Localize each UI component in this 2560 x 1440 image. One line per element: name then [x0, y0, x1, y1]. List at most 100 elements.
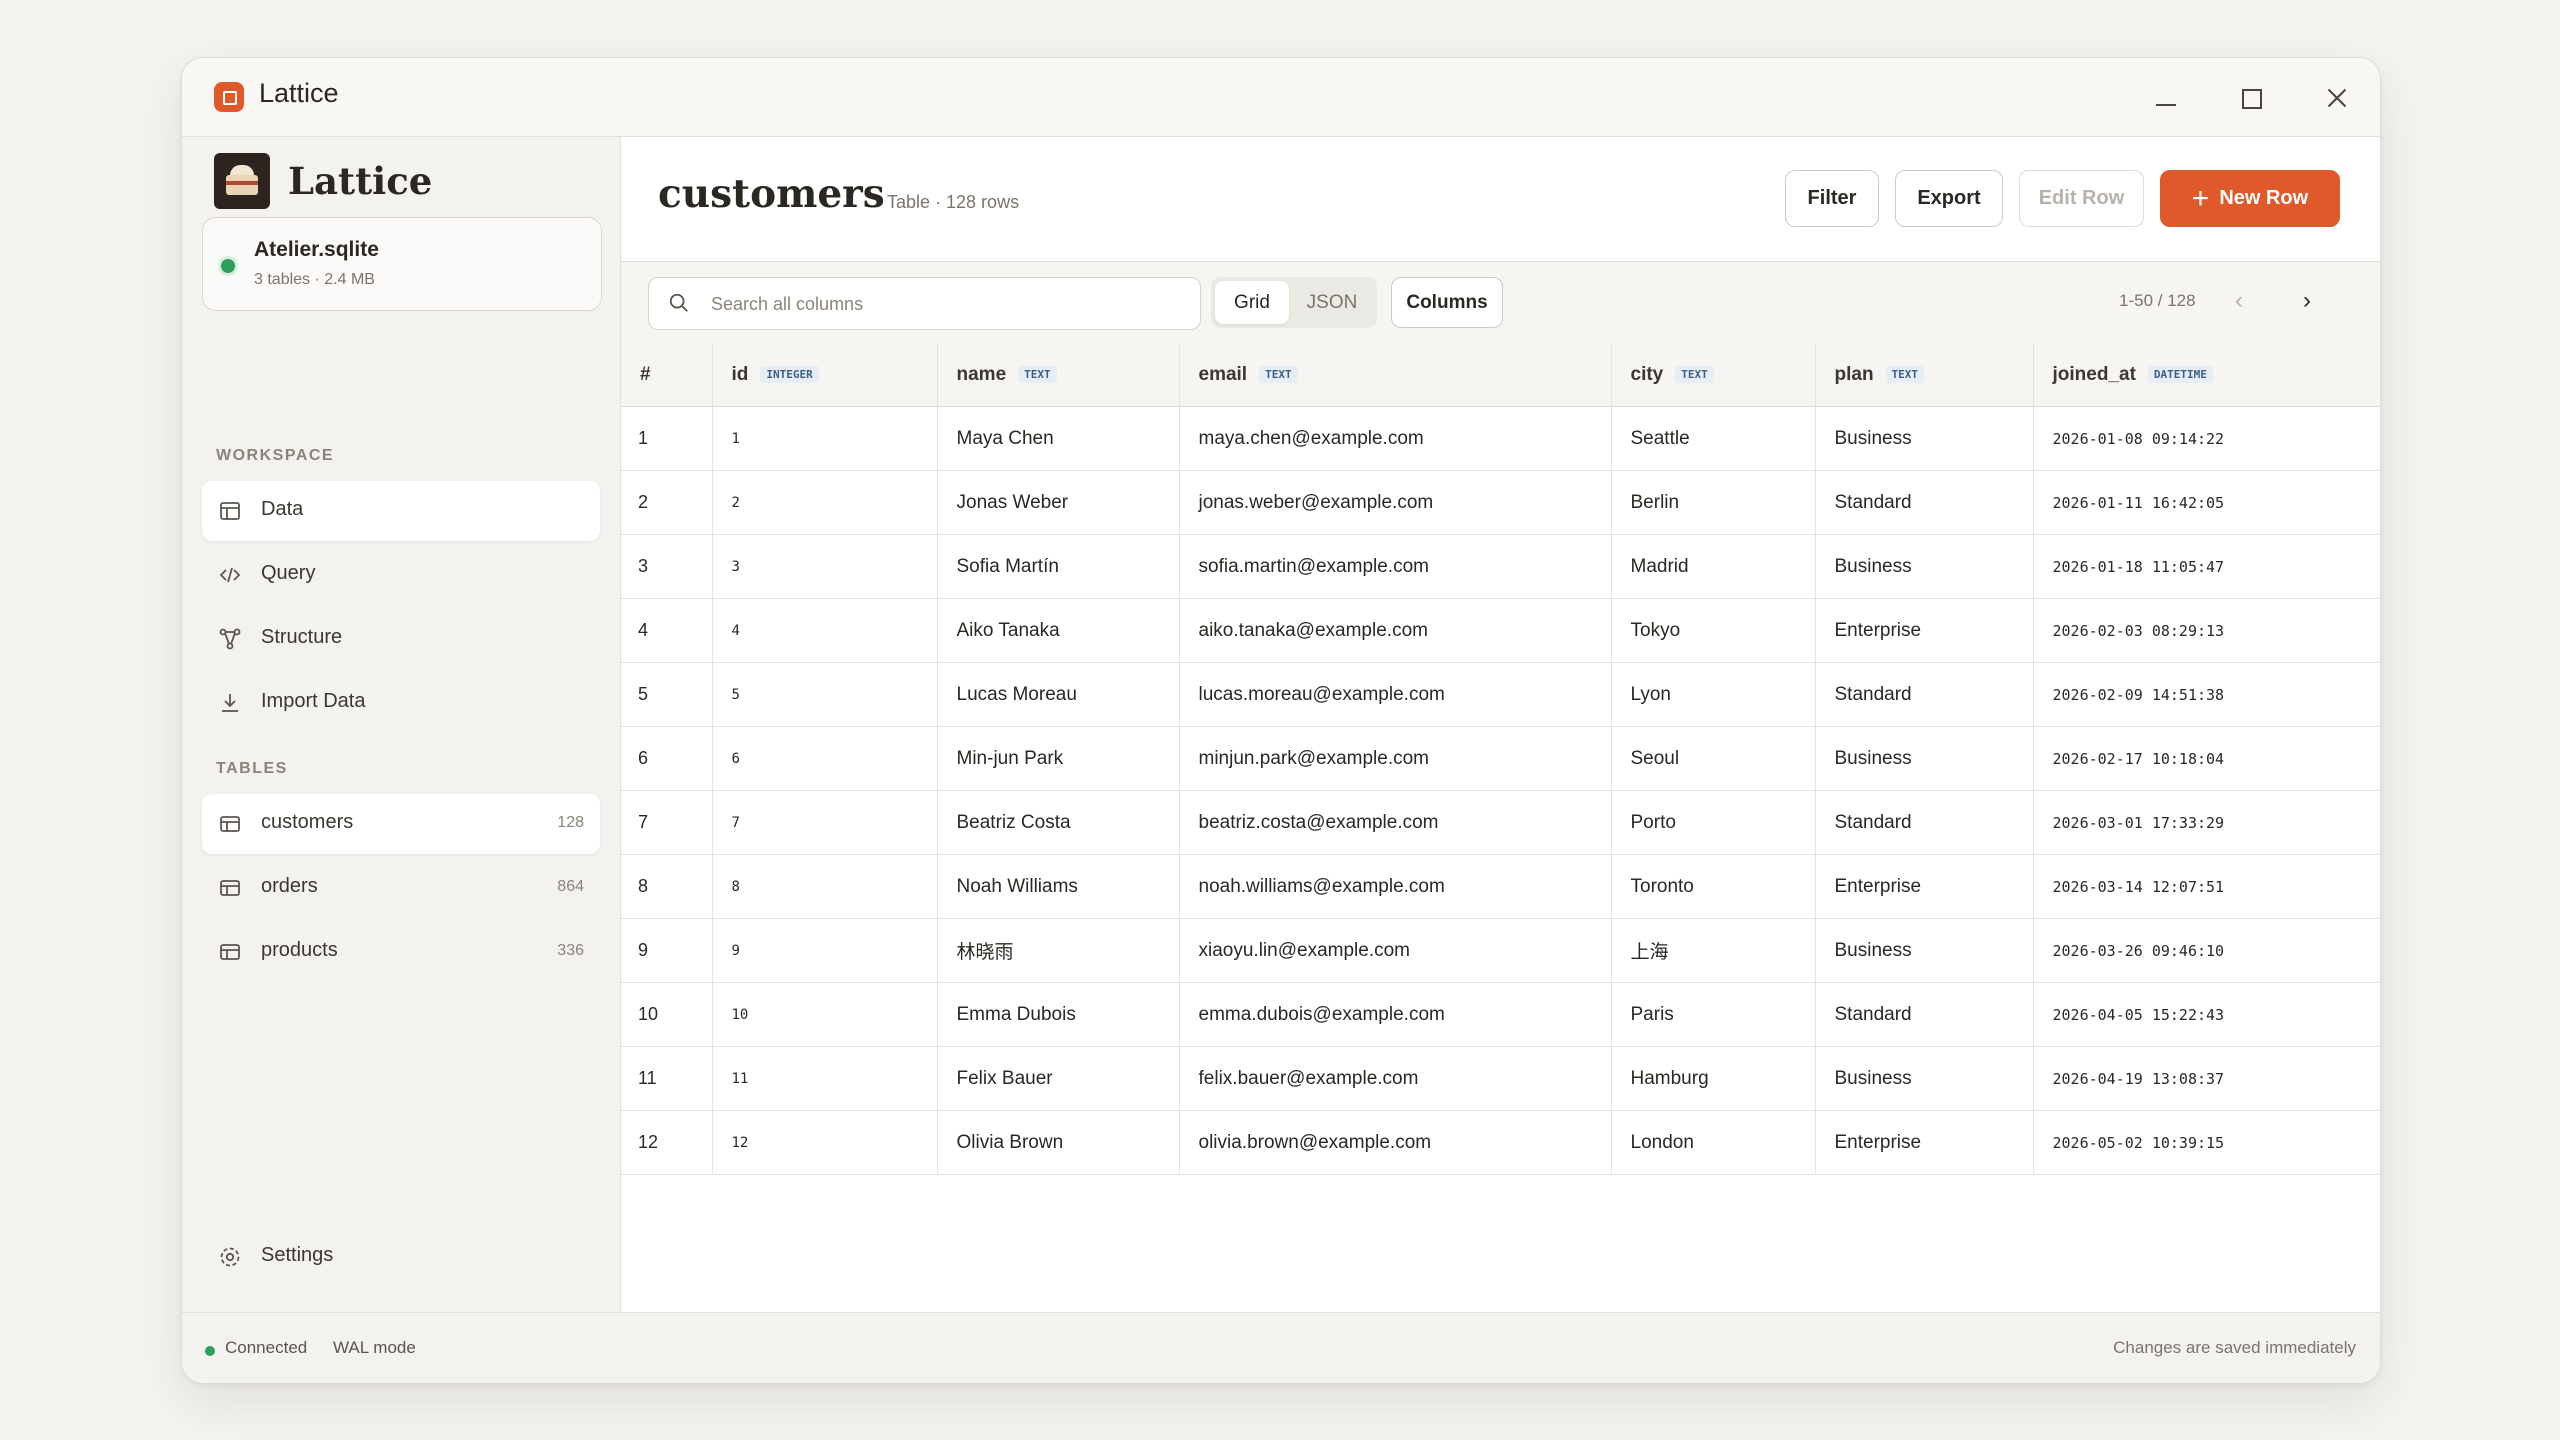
- row-number[interactable]: 4: [621, 598, 713, 663]
- cell-plan[interactable]: Standard: [1815, 790, 2034, 855]
- database-card[interactable]: Atelier.sqlite 3 tables · 2.4 MB: [202, 217, 602, 311]
- cell-plan[interactable]: Standard: [1815, 470, 2034, 535]
- previous-page-button[interactable]: ‹: [2223, 286, 2255, 318]
- search-box[interactable]: [648, 277, 1201, 330]
- cell-plan[interactable]: Standard: [1815, 982, 2034, 1047]
- columns-button[interactable]: Columns: [1391, 277, 1503, 328]
- cell-joined-at[interactable]: 2026-01-08 09:14:22: [2033, 406, 2380, 471]
- cell-id[interactable]: 6: [712, 726, 938, 791]
- cell-name[interactable]: Sofia Martín: [937, 534, 1180, 599]
- cell-joined-at[interactable]: 2026-02-03 08:29:13: [2033, 598, 2380, 663]
- column-header-rownum[interactable]: #: [621, 343, 713, 407]
- row-number[interactable]: 9: [621, 918, 713, 983]
- table-row[interactable]: 6 6 Min-jun Park minjun.park@example.com Seo…: [621, 726, 2380, 791]
- column-header-id[interactable]: id INTEGER: [712, 343, 938, 407]
- table-row[interactable]: 10 10 Emma Dubois emma.dubois@example.com Pa…: [621, 982, 2380, 1047]
- cell-id[interactable]: 5: [712, 662, 938, 727]
- cell-joined-at[interactable]: 2026-02-17 10:18:04: [2033, 726, 2380, 791]
- table-row[interactable]: 5 5 Lucas Moreau lucas.moreau@example.com Ly…: [621, 662, 2380, 727]
- cell-id[interactable]: 9: [712, 918, 938, 983]
- cell-plan[interactable]: Enterprise: [1815, 598, 2034, 663]
- sidebar-item-products[interactable]: products 336: [202, 922, 600, 982]
- cell-name[interactable]: Maya Chen: [937, 406, 1180, 471]
- table-row[interactable]: 8 8 Noah Williams noah.williams@example.com…: [621, 854, 2380, 919]
- cell-id[interactable]: 10: [712, 982, 938, 1047]
- cell-email[interactable]: minjun.park@example.com: [1179, 726, 1612, 791]
- nav-item-query[interactable]: Query: [202, 545, 600, 605]
- next-page-button[interactable]: ›: [2291, 286, 2323, 318]
- cell-city[interactable]: Madrid: [1611, 534, 1816, 599]
- row-number[interactable]: 5: [621, 662, 713, 727]
- cell-email[interactable]: lucas.moreau@example.com: [1179, 662, 1612, 727]
- cell-email[interactable]: beatriz.costa@example.com: [1179, 790, 1612, 855]
- cell-name[interactable]: Noah Williams: [937, 854, 1180, 919]
- cell-city[interactable]: London: [1611, 1110, 1816, 1175]
- sidebar-item-customers[interactable]: customers 128: [202, 794, 600, 854]
- table-row[interactable]: 11 11 Felix Bauer felix.bauer@example.com Ha…: [621, 1046, 2380, 1111]
- row-number[interactable]: 2: [621, 470, 713, 535]
- new-row-button[interactable]: + New Row: [2160, 170, 2340, 227]
- cell-plan[interactable]: Business: [1815, 1046, 2034, 1111]
- cell-id[interactable]: 11: [712, 1046, 938, 1111]
- cell-joined-at[interactable]: 2026-03-26 09:46:10: [2033, 918, 2380, 983]
- column-header-joined_at[interactable]: joined_at DATETIME: [2033, 343, 2380, 407]
- row-number[interactable]: 11: [621, 1046, 713, 1111]
- cell-plan[interactable]: Business: [1815, 534, 2034, 599]
- cell-joined-at[interactable]: 2026-02-09 14:51:38: [2033, 662, 2380, 727]
- cell-email[interactable]: olivia.brown@example.com: [1179, 1110, 1612, 1175]
- cell-plan[interactable]: Business: [1815, 406, 2034, 471]
- cell-plan[interactable]: Enterprise: [1815, 1110, 2034, 1175]
- cell-name[interactable]: Aiko Tanaka: [937, 598, 1180, 663]
- cell-name[interactable]: Emma Dubois: [937, 982, 1180, 1047]
- table-row[interactable]: 3 3 Sofia Martín sofia.martin@example.com Ma…: [621, 534, 2380, 599]
- sidebar-item-orders[interactable]: orders 864: [202, 858, 600, 918]
- cell-joined-at[interactable]: 2026-05-02 10:39:15: [2033, 1110, 2380, 1175]
- cell-email[interactable]: sofia.martin@example.com: [1179, 534, 1612, 599]
- cell-id[interactable]: 12: [712, 1110, 938, 1175]
- row-number[interactable]: 6: [621, 726, 713, 791]
- cell-email[interactable]: aiko.tanaka@example.com: [1179, 598, 1612, 663]
- cell-id[interactable]: 3: [712, 534, 938, 599]
- cell-id[interactable]: 4: [712, 598, 938, 663]
- cell-city[interactable]: Paris: [1611, 982, 1816, 1047]
- column-header-email[interactable]: email TEXT: [1179, 343, 1612, 407]
- cell-plan[interactable]: Enterprise: [1815, 854, 2034, 919]
- column-header-city[interactable]: city TEXT: [1611, 343, 1816, 407]
- cell-id[interactable]: 2: [712, 470, 938, 535]
- row-number[interactable]: 10: [621, 982, 713, 1047]
- cell-name[interactable]: Jonas Weber: [937, 470, 1180, 535]
- cell-joined-at[interactable]: 2026-04-19 13:08:37: [2033, 1046, 2380, 1111]
- cell-city[interactable]: Seoul: [1611, 726, 1816, 791]
- cell-city[interactable]: Toronto: [1611, 854, 1816, 919]
- cell-name[interactable]: Felix Bauer: [937, 1046, 1180, 1111]
- cell-joined-at[interactable]: 2026-01-18 11:05:47: [2033, 534, 2380, 599]
- row-number[interactable]: 1: [621, 406, 713, 471]
- cell-joined-at[interactable]: 2026-04-05 15:22:43: [2033, 982, 2380, 1047]
- nav-item-data[interactable]: Data: [202, 481, 600, 541]
- close-button[interactable]: [2317, 78, 2357, 118]
- cell-id[interactable]: 8: [712, 854, 938, 919]
- table-row[interactable]: 9 9 林晓雨 xiaoyu.lin@example.com 上海 Business 202…: [621, 918, 2380, 983]
- view-json-button[interactable]: JSON: [1291, 281, 1373, 324]
- row-number[interactable]: 12: [621, 1110, 713, 1175]
- cell-city[interactable]: Tokyo: [1611, 598, 1816, 663]
- cell-joined-at[interactable]: 2026-03-01 17:33:29: [2033, 790, 2380, 855]
- row-number[interactable]: 3: [621, 534, 713, 599]
- column-header-plan[interactable]: plan TEXT: [1815, 343, 2034, 407]
- table-row[interactable]: 12 12 Olivia Brown olivia.brown@example.com…: [621, 1110, 2380, 1175]
- export-button[interactable]: Export: [1895, 170, 2003, 227]
- cell-city[interactable]: Lyon: [1611, 662, 1816, 727]
- nav-item-structure[interactable]: Structure: [202, 609, 600, 669]
- cell-name[interactable]: 林晓雨: [937, 918, 1180, 983]
- cell-city[interactable]: Seattle: [1611, 406, 1816, 471]
- row-number[interactable]: 8: [621, 854, 713, 919]
- cell-name[interactable]: Olivia Brown: [937, 1110, 1180, 1175]
- cell-id[interactable]: 1: [712, 406, 938, 471]
- view-grid-button[interactable]: Grid: [1215, 281, 1289, 324]
- cell-email[interactable]: maya.chen@example.com: [1179, 406, 1612, 471]
- cell-id[interactable]: 7: [712, 790, 938, 855]
- cell-email[interactable]: jonas.weber@example.com: [1179, 470, 1612, 535]
- cell-city[interactable]: Berlin: [1611, 470, 1816, 535]
- cell-joined-at[interactable]: 2026-01-11 16:42:05: [2033, 470, 2380, 535]
- nav-item-import-data[interactable]: Import Data: [202, 673, 600, 733]
